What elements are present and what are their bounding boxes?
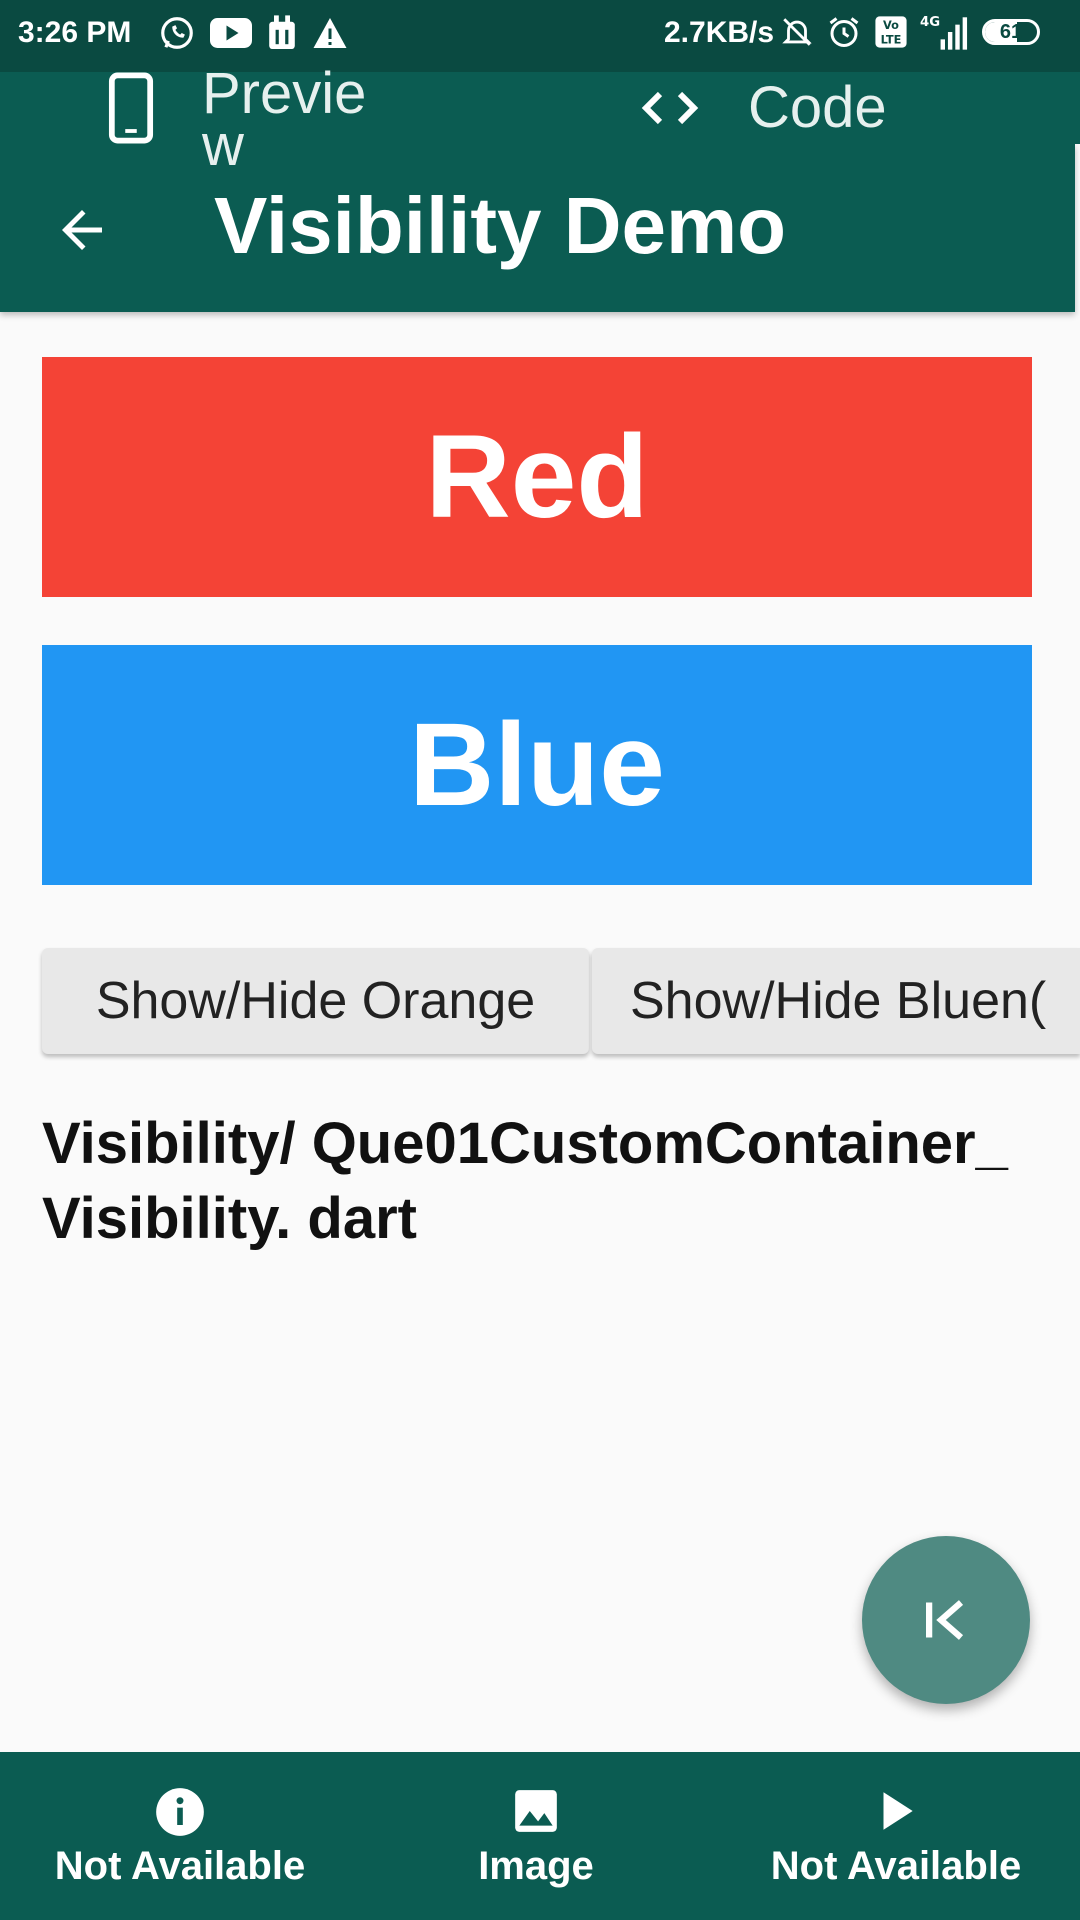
status-bar: 3:26 PM 2.7KB/s Vo LTE 4G 61 <box>0 0 1080 72</box>
nav-info[interactable]: Not Available <box>0 1752 360 1920</box>
network-speed: 2.7KB/s <box>664 16 775 49</box>
tab-preview-label: Preview <box>202 61 367 178</box>
app-bar: Visibility Demo <box>0 144 1075 312</box>
nav-info-label: Not Available <box>54 1844 306 1888</box>
blue-label: Blue <box>409 699 665 831</box>
toggle-blue-button[interactable]: Show/Hide Bluen( <box>592 948 1080 1054</box>
arrow-back-icon[interactable] <box>52 200 112 260</box>
skip-to-start-button[interactable] <box>862 1536 1030 1704</box>
tab-preview[interactable]: Preview <box>108 65 372 175</box>
file-path-label: Visibility/ Que01CustomContainer_Visibil… <box>42 1111 1008 1251</box>
nav-image[interactable]: Image <box>356 1752 716 1920</box>
calendar-icon <box>269 15 295 49</box>
svg-text:4G: 4G <box>920 15 940 30</box>
tab-code[interactable]: Code <box>640 72 887 144</box>
mute-bell-icon <box>782 18 812 46</box>
signal-icon: 4G <box>920 15 968 50</box>
nav-play-label: Not Available <box>770 1844 1022 1888</box>
youtube-icon <box>210 18 252 48</box>
image-icon <box>515 1790 557 1832</box>
view-tab-bar: Preview Code <box>0 65 1080 175</box>
svg-text:Vo: Vo <box>883 18 899 32</box>
bottom-navigation: Not Available Image Not Available <box>0 1752 1080 1920</box>
whatsapp-icon <box>161 17 193 49</box>
alarm-icon <box>829 17 859 47</box>
notification-icons <box>158 14 348 52</box>
code-icon <box>641 91 699 125</box>
toggle-orange-button[interactable]: Show/Hide Orange <box>42 948 589 1054</box>
play-icon <box>883 1792 913 1830</box>
phone-icon <box>108 72 154 144</box>
skip-to-start-icon <box>926 1600 964 1640</box>
page-title: Visibility Demo <box>214 181 787 270</box>
battery-level: 61 <box>999 21 1023 43</box>
battery-icon: 61 <box>982 19 1040 45</box>
red-container: Red <box>42 357 1032 597</box>
info-icon <box>156 1788 204 1836</box>
status-time: 3:26 PM <box>18 16 132 49</box>
tab-code-label: Code <box>748 75 887 140</box>
blue-container: Blue <box>42 645 1032 885</box>
svg-text:LTE: LTE <box>881 32 902 46</box>
warning-icon <box>313 18 347 48</box>
system-icons: Vo LTE 4G 61 <box>780 14 1040 50</box>
red-label: Red <box>425 411 649 543</box>
nav-play[interactable]: Not Available <box>716 1752 1076 1920</box>
nav-image-label: Image <box>478 1844 594 1888</box>
volte-icon: VoLTE <box>875 16 907 48</box>
